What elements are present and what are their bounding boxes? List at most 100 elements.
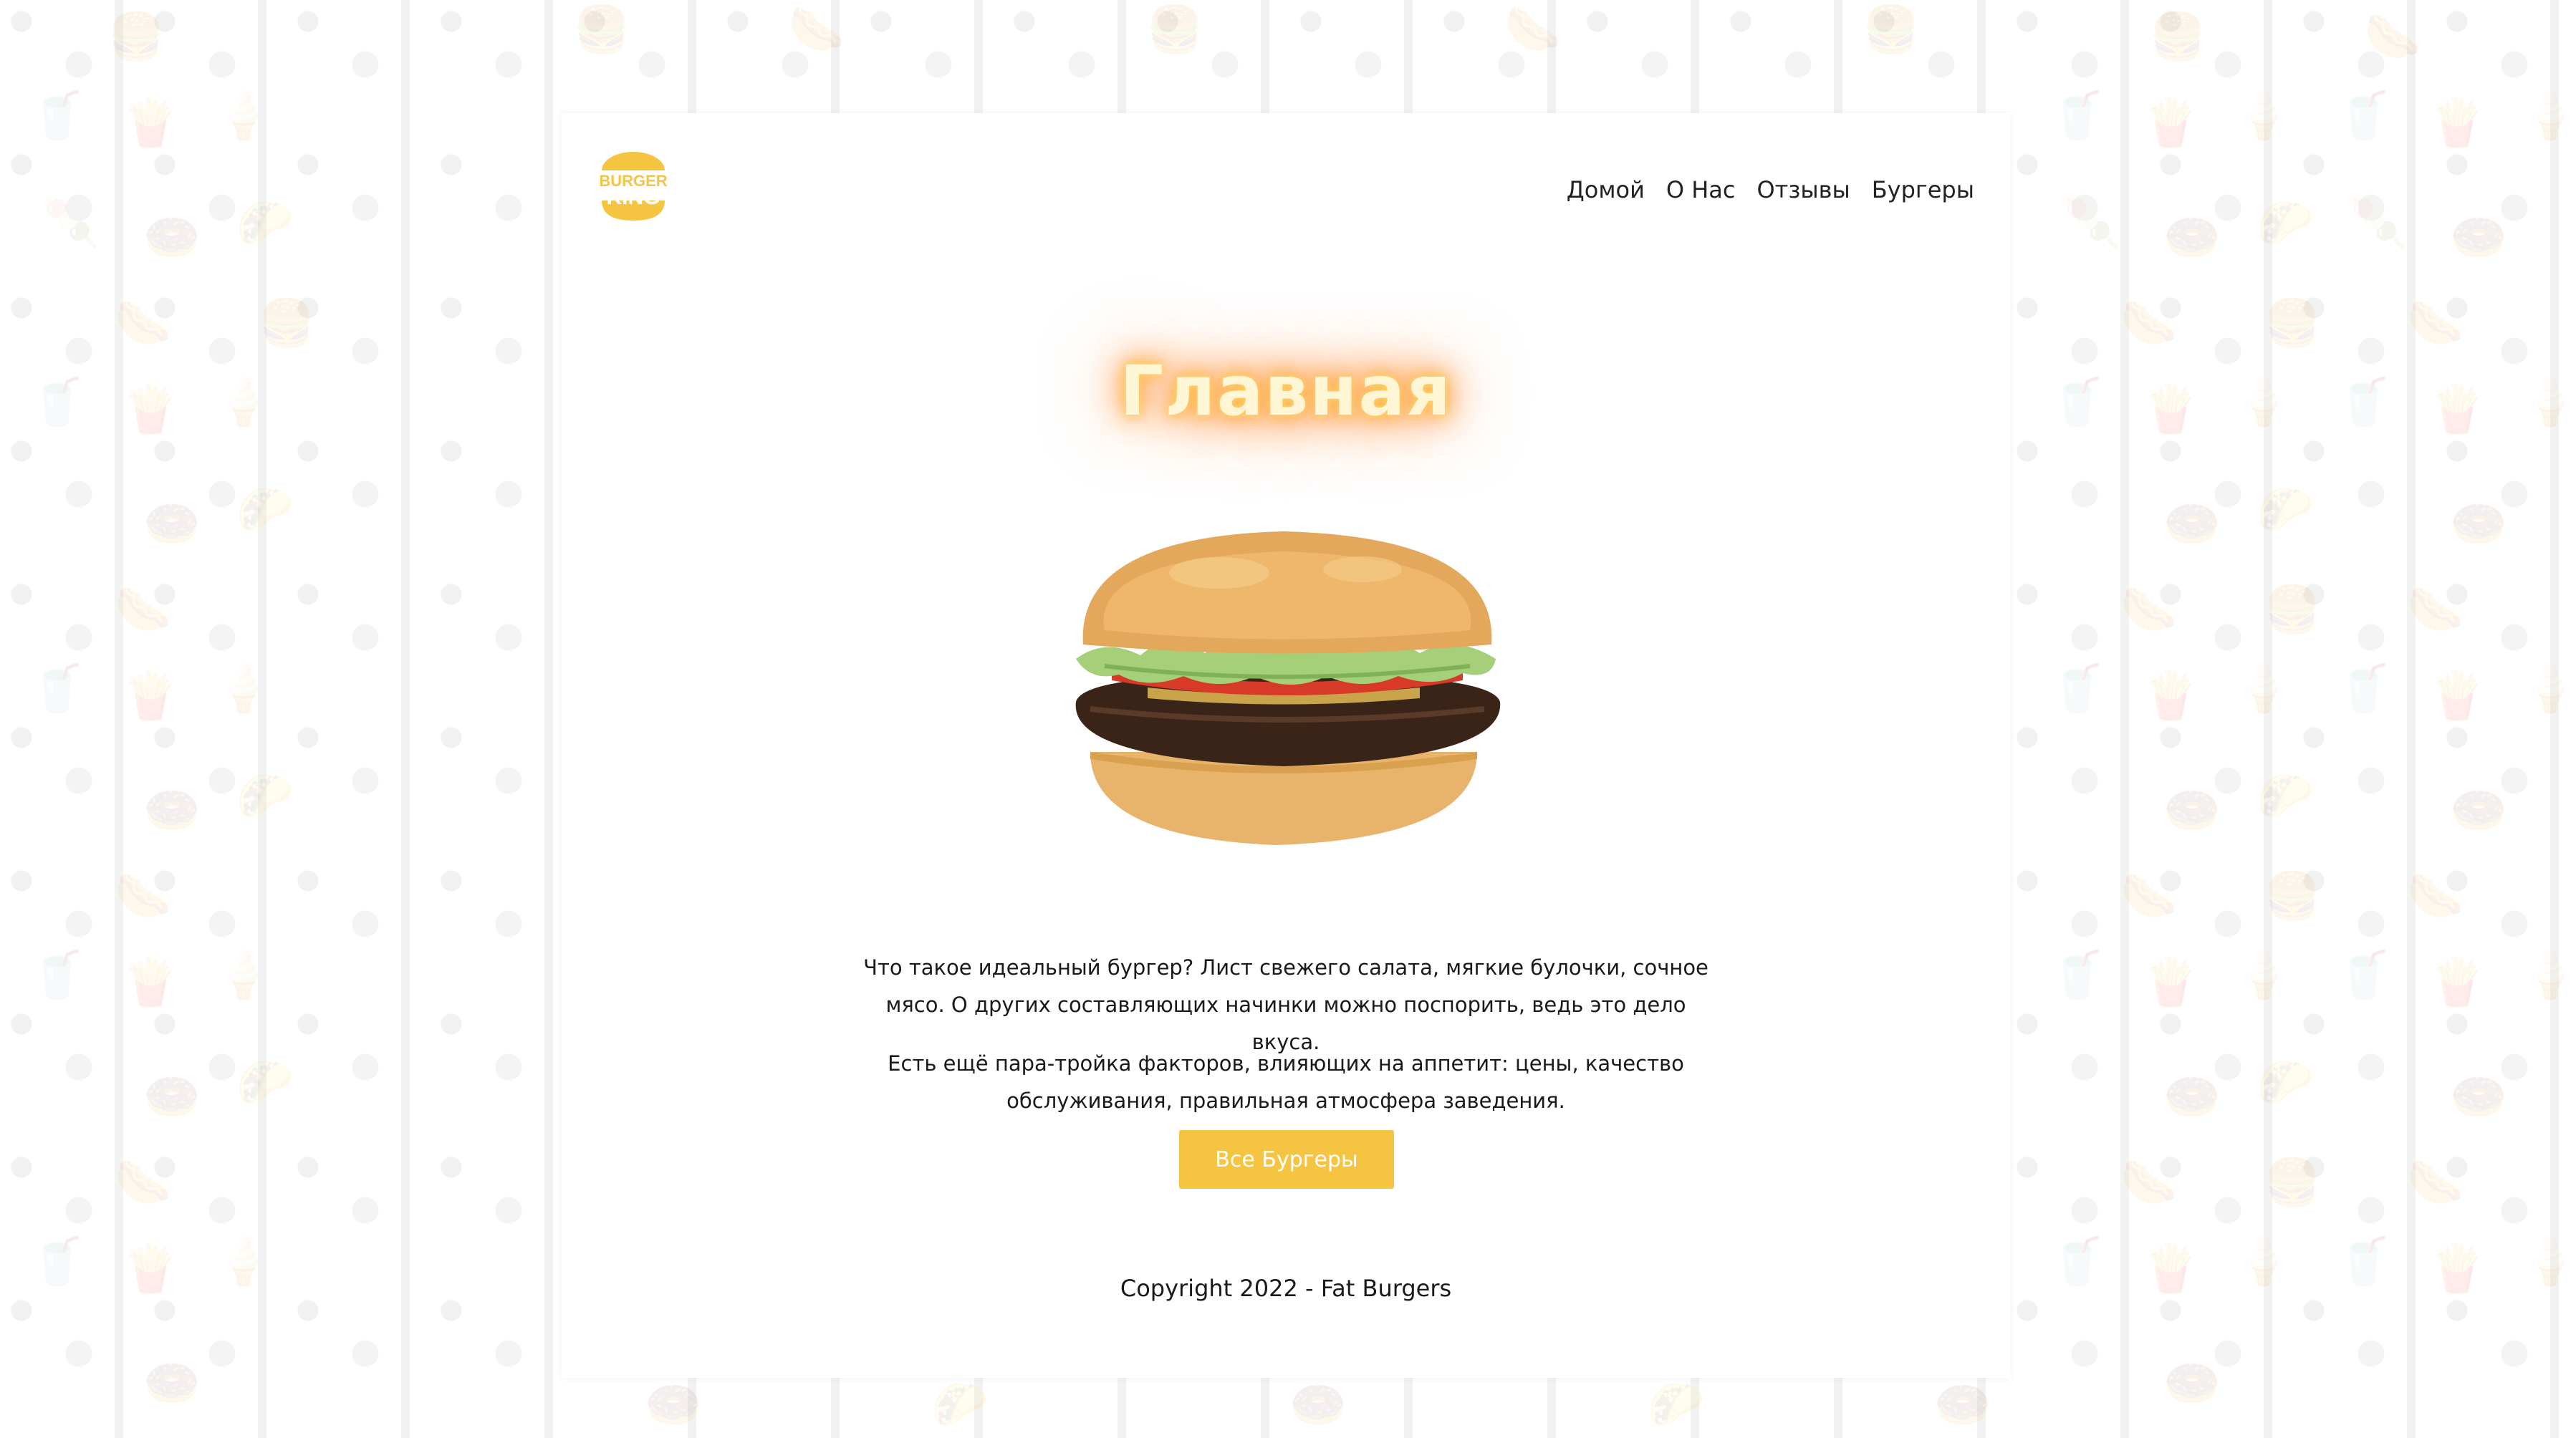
hotdog-icon: 🌭 — [788, 4, 845, 57]
hamburger-icon: 🍔 — [2264, 870, 2321, 923]
soda-cup-icon: 🥤 — [2335, 662, 2393, 715]
hamburger-icon: 🍔 — [2264, 584, 2321, 637]
main-nav: Домой О Нас Отзывы Бургеры — [1567, 176, 1974, 203]
hotdog-icon: 🌭 — [115, 870, 172, 923]
fries-icon: 🍟 — [2428, 1242, 2486, 1295]
taco-icon: 🌮 — [236, 483, 294, 536]
donut-icon: 🍩 — [2450, 784, 2507, 837]
soda-cup-icon: 🥤 — [2049, 949, 2106, 1002]
main-card: BURGER KING Домой О Нас Отзывы Бургеры Г… — [562, 113, 2010, 1378]
donut-icon: 🍩 — [1289, 1379, 1347, 1432]
donut-icon: 🍩 — [2163, 498, 2221, 551]
ice-cream-icon: 🍦 — [215, 90, 272, 143]
ice-cream-icon: 🍦 — [2235, 949, 2292, 1002]
fries-icon: 🍟 — [2428, 670, 2486, 723]
fries-icon: 🍟 — [2142, 1242, 2199, 1295]
logo-text-king: KING — [607, 185, 660, 209]
fries-icon: 🍟 — [2142, 670, 2199, 723]
soda-cup-icon: 🥤 — [2335, 949, 2393, 1002]
ice-cream-icon: 🍦 — [2235, 376, 2292, 429]
hotdog-icon: 🌭 — [2120, 1157, 2178, 1210]
soda-cup-icon: 🥤 — [29, 1235, 86, 1288]
soda-cup-icon: 🥤 — [2335, 1235, 2393, 1288]
hotdog-icon: 🌭 — [2120, 297, 2178, 350]
soda-cup-icon: 🥤 — [2049, 90, 2106, 143]
hotdog-icon: 🌭 — [2364, 11, 2421, 64]
hamburger-icon: 🍔 — [258, 297, 315, 350]
fries-icon: 🍟 — [122, 1242, 179, 1295]
soda-cup-icon: 🥤 — [29, 662, 86, 715]
nav-item-burgers[interactable]: Бургеры — [1872, 176, 1974, 203]
soda-cup-icon: 🥤 — [29, 376, 86, 429]
burger-king-logo[interactable]: BURGER KING — [599, 149, 668, 223]
taco-icon: 🌮 — [236, 770, 294, 823]
hamburger-icon: 🍔 — [107, 11, 165, 64]
donut-icon: 🍩 — [143, 1071, 201, 1124]
donut-icon: 🍩 — [143, 498, 201, 551]
donut-icon: 🍩 — [2163, 784, 2221, 837]
taco-icon: 🌮 — [931, 1379, 989, 1432]
fries-icon: 🍟 — [2142, 383, 2199, 436]
ice-cream-icon: 🍦 — [2522, 662, 2576, 715]
taco-icon: 🌮 — [236, 1056, 294, 1109]
fries-icon: 🍟 — [122, 383, 179, 436]
nav-item-about[interactable]: О Нас — [1666, 176, 1736, 203]
donut-icon: 🍩 — [2163, 1357, 2221, 1410]
ice-cream-icon: 🍦 — [2235, 662, 2292, 715]
hamburger-icon: 🍔 — [2264, 1157, 2321, 1210]
page-title: Главная — [1120, 351, 1452, 432]
hamburger-icon: 🍔 — [1863, 4, 1920, 57]
fries-icon: 🍟 — [122, 956, 179, 1009]
hamburger-icon: 🍔 — [1146, 4, 1203, 57]
hotdog-icon: 🌭 — [2407, 297, 2464, 350]
donut-icon: 🍩 — [143, 1357, 201, 1410]
intro-paragraph: Что такое идеальный бургер? Лист свежего… — [863, 955, 1708, 1054]
popsicle-icon: 🍡 — [2063, 197, 2120, 250]
donut-icon: 🍩 — [1934, 1379, 1991, 1432]
taco-icon: 🌮 — [2257, 197, 2314, 250]
burger-image — [1075, 531, 1501, 845]
all-burgers-button[interactable]: Все Бургеры — [1179, 1130, 1394, 1189]
donut-icon: 🍩 — [2450, 498, 2507, 551]
ice-cream-icon: 🍦 — [2235, 90, 2292, 143]
hamburger-icon: 🍔 — [2149, 11, 2206, 64]
fries-icon: 🍟 — [2428, 956, 2486, 1009]
fries-icon: 🍟 — [122, 670, 179, 723]
soda-cup-icon: 🥤 — [29, 949, 86, 1002]
ice-cream-icon: 🍦 — [2522, 949, 2576, 1002]
soda-cup-icon: 🥤 — [2335, 376, 2393, 429]
ice-cream-icon: 🍦 — [215, 662, 272, 715]
hotdog-icon: 🌭 — [2407, 584, 2464, 637]
hotdog-icon: 🌭 — [115, 584, 172, 637]
taco-icon: 🌮 — [2257, 483, 2314, 536]
taco-icon: 🌮 — [236, 197, 294, 250]
ice-cream-icon: 🍦 — [2522, 90, 2576, 143]
hotdog-icon: 🌭 — [115, 1157, 172, 1210]
hamburger-icon: 🍔 — [573, 4, 630, 57]
ice-cream-icon: 🍦 — [215, 949, 272, 1002]
popsicle-icon: 🍡 — [2350, 197, 2407, 250]
fries-icon: 🍟 — [122, 97, 179, 150]
popsicle-icon: 🍡 — [43, 197, 100, 250]
footer-copyright: Copyright 2022 - Fat Burgers — [1120, 1275, 1452, 1302]
soda-cup-icon: 🥤 — [2049, 662, 2106, 715]
nav-item-home[interactable]: Домой — [1567, 176, 1645, 203]
ice-cream-icon: 🍦 — [215, 376, 272, 429]
ice-cream-icon: 🍦 — [2522, 1235, 2576, 1288]
donut-icon: 🍩 — [143, 211, 201, 264]
donut-icon: 🍩 — [2450, 1071, 2507, 1124]
ice-cream-icon: 🍦 — [2235, 1235, 2292, 1288]
fries-icon: 🍟 — [2428, 383, 2486, 436]
nav-item-reviews[interactable]: Отзывы — [1756, 176, 1850, 203]
soda-cup-icon: 🥤 — [29, 90, 86, 143]
donut-icon: 🍩 — [2163, 211, 2221, 264]
soda-cup-icon: 🥤 — [2335, 90, 2393, 143]
fries-icon: 🍟 — [2142, 97, 2199, 150]
donut-icon: 🍩 — [143, 784, 201, 837]
hamburger-icon: 🍔 — [2264, 297, 2321, 350]
taco-icon: 🌮 — [1648, 1379, 1705, 1432]
soda-cup-icon: 🥤 — [2049, 1235, 2106, 1288]
donut-icon: 🍩 — [645, 1379, 702, 1432]
ice-cream-icon: 🍦 — [2522, 376, 2576, 429]
ice-cream-icon: 🍦 — [215, 1235, 272, 1288]
